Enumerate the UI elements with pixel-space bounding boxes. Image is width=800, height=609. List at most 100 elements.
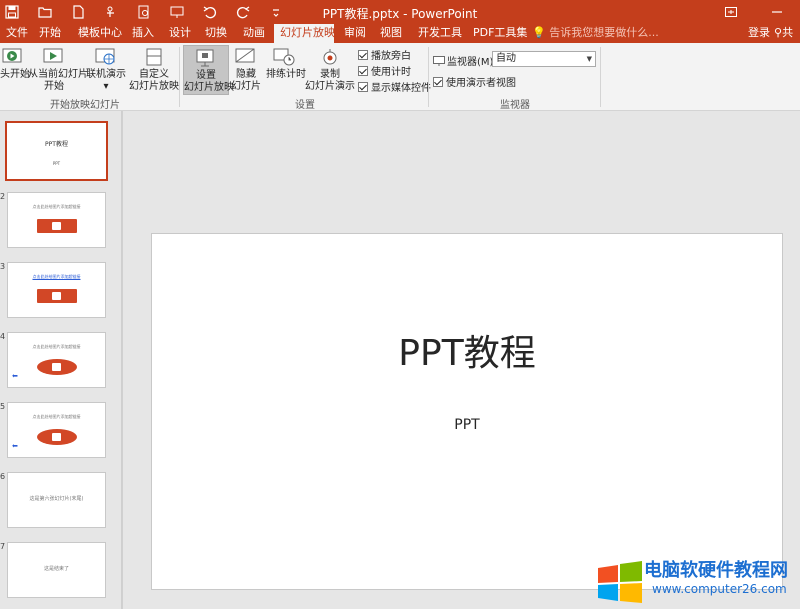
monitor-select[interactable]: 自动 ▼ [492,51,596,67]
chevron-down-icon: ▾ [103,81,109,92]
tab-review[interactable]: 审阅 [338,24,372,43]
slide-subtitle[interactable]: PPT [152,417,782,433]
ribbon-display-icon[interactable] [708,0,754,24]
minimize-icon[interactable] [754,0,800,24]
tab-template-center[interactable]: 模板中心 [72,24,128,43]
checkbox-checked-icon [358,81,368,92]
checkbox-checked-icon [358,65,368,76]
tab-file[interactable]: 文件 [0,24,34,43]
thumb-text: 点击此处给图片添加超链接 [32,274,81,279]
online-present-label: 联机演示 [86,69,126,80]
custom-slideshow-label-1: 自定义 [139,69,169,80]
slide-thumbnail-7[interactable]: 这是结束了 [7,542,106,598]
windows-logo-icon [598,561,642,603]
rehearse-timings-button[interactable]: 排练计时 [266,47,306,81]
tab-design[interactable]: 设计 [163,24,197,43]
custom-slideshow-label-2: 幻灯片放映 [129,81,179,92]
slide-thumbnail-5[interactable]: 点击此处给图片添加超链接 ⬅ [7,402,106,458]
tab-developer[interactable]: 开发工具 [412,24,468,43]
checkbox-checked-icon [433,76,443,87]
record-label-2: 幻灯片演示 [305,81,355,92]
start-group-label: 开始放映幻灯片 [50,100,120,111]
monitor-icon [433,55,445,66]
slide-title[interactable]: PPT教程 [152,324,782,376]
thumb-title: PPT教程 [45,141,68,148]
from-beginning-button[interactable]: 头开始 [0,47,30,81]
tab-insert[interactable]: 插入 [126,24,160,43]
slide-thumbnail-3[interactable]: 点击此处给图片添加超链接 [7,262,106,318]
tab-slideshow[interactable]: 幻灯片放映 [274,24,335,43]
tab-home[interactable]: 开始 [33,24,67,43]
tab-animations[interactable]: 动画 [237,24,271,43]
show-media-controls-label: 显示媒体控件 [371,83,431,94]
presenter-view-label: 使用演示者视图 [446,78,516,89]
monitor-select-value: 自动 [496,53,516,64]
slide-number: 2 [0,192,6,201]
setup-label-2: 幻灯片放映 [184,82,234,93]
setup-slideshow-icon [196,49,214,67]
ribbon: 头开始 从当前幻灯片 开始 联机演示 ▾ 自定义 幻灯片放映 开始放映幻灯片 设… [0,43,800,111]
slide-thumbnail-6[interactable]: 这是第六张幻灯片(末尾) [7,472,106,528]
record-label-1: 录制 [320,69,340,80]
title-bar: PPT教程.pptx - PowerPoint [0,0,800,24]
tab-view[interactable]: 视图 [374,24,408,43]
online-present-button[interactable]: 联机演示 ▾ [86,47,126,93]
checkbox-checked-icon [358,49,368,60]
watermark-url: www.computer26.com [652,582,787,596]
globe-icon [95,48,115,65]
powerpoint-logo-icon [37,359,77,375]
custom-slides-icon [146,48,162,66]
slide-number: 6 [0,472,6,481]
play-narration-checkbox[interactable]: 播放旁白 [358,47,411,62]
slide-canvas[interactable]: PPT教程 PPT [151,233,783,590]
monitor-label-text: 监视器(M): [447,57,497,68]
hide-slide-icon [235,48,255,63]
slide-thumbnail-pane[interactable]: PPT教程 PPT 2 点击此处给图片添加超链接 3 点击此处给图片添加超链接 … [0,111,122,609]
hide-slide-button[interactable]: 隐藏 幻灯片 [231,47,261,93]
pane-divider[interactable] [122,111,123,609]
current-slide-icon [43,48,63,63]
setup-slideshow-button[interactable]: 设置 幻灯片放映 [183,45,234,95]
share-label: 共 [782,26,794,39]
login-link[interactable]: 登录 [748,24,770,43]
thumb-subtitle: PPT [52,161,61,166]
use-timings-checkbox[interactable]: 使用计时 [358,63,411,78]
slide-number: 5 [0,402,6,411]
from-current-slide-button[interactable]: 从当前幻灯片 开始 [28,47,88,93]
slide-number: 7 [0,542,6,551]
presenter-view-checkbox[interactable]: 使用演示者视图 [433,74,516,89]
slide-thumbnail-2[interactable]: 点击此处给图片添加超链接 [7,192,106,248]
slide-thumbnail-1[interactable]: PPT教程 PPT [5,121,108,181]
tell-me-search[interactable]: 💡 告诉我您想要做什么... [532,24,659,43]
play-narration-label: 播放旁白 [371,51,411,62]
ribbon-tab-bar: 文件 开始 模板中心 插入 设计 切换 动画 幻灯片放映 审阅 视图 开发工具 … [0,24,800,43]
share-button[interactable]: ⚲共 [774,24,793,43]
lightbulb-icon: 💡 [532,26,546,39]
record-slideshow-button[interactable]: 录制 幻灯片演示 [304,47,356,93]
powerpoint-logo-icon [37,219,77,233]
powerpoint-logo-icon [37,289,77,303]
thumb-text: 点击此处给图片添加超链接 [32,204,81,209]
use-timings-label: 使用计时 [371,67,411,78]
from-current-label-1: 从当前幻灯片 [28,69,88,80]
thumb-text: 这是结束了 [43,566,69,572]
custom-slideshow-button[interactable]: 自定义 幻灯片放映 [128,47,180,93]
monitor-group-label: 监视器 [500,100,530,111]
tab-pdf-tools[interactable]: PDF工具集 [467,24,533,43]
hide-slide-label-2: 幻灯片 [231,81,261,92]
slide-thumbnail-4[interactable]: 点击此处给图片添加超链接 ⬅ [7,332,106,388]
setup-group-label: 设置 [295,100,315,111]
rehearse-timings-icon [273,48,295,66]
thumb-text: 点击此处给图片添加超链接 [32,414,81,419]
person-icon: ⚲ [774,26,783,39]
record-icon [323,49,337,65]
tab-transitions[interactable]: 切换 [199,24,233,43]
show-media-controls-checkbox[interactable]: 显示媒体控件 [358,79,431,94]
tell-me-text: 告诉我您想要做什么... [549,26,659,39]
group-divider [600,47,601,107]
powerpoint-logo-icon [37,429,77,445]
back-arrow-icon: ⬅ [12,372,18,380]
thumb-text: 这是第六张幻灯片(末尾) [29,496,84,502]
watermark-title: 电脑软硬件教程网 [644,560,788,581]
site-watermark: 电脑软硬件教程网 www.computer26.com [594,546,800,609]
